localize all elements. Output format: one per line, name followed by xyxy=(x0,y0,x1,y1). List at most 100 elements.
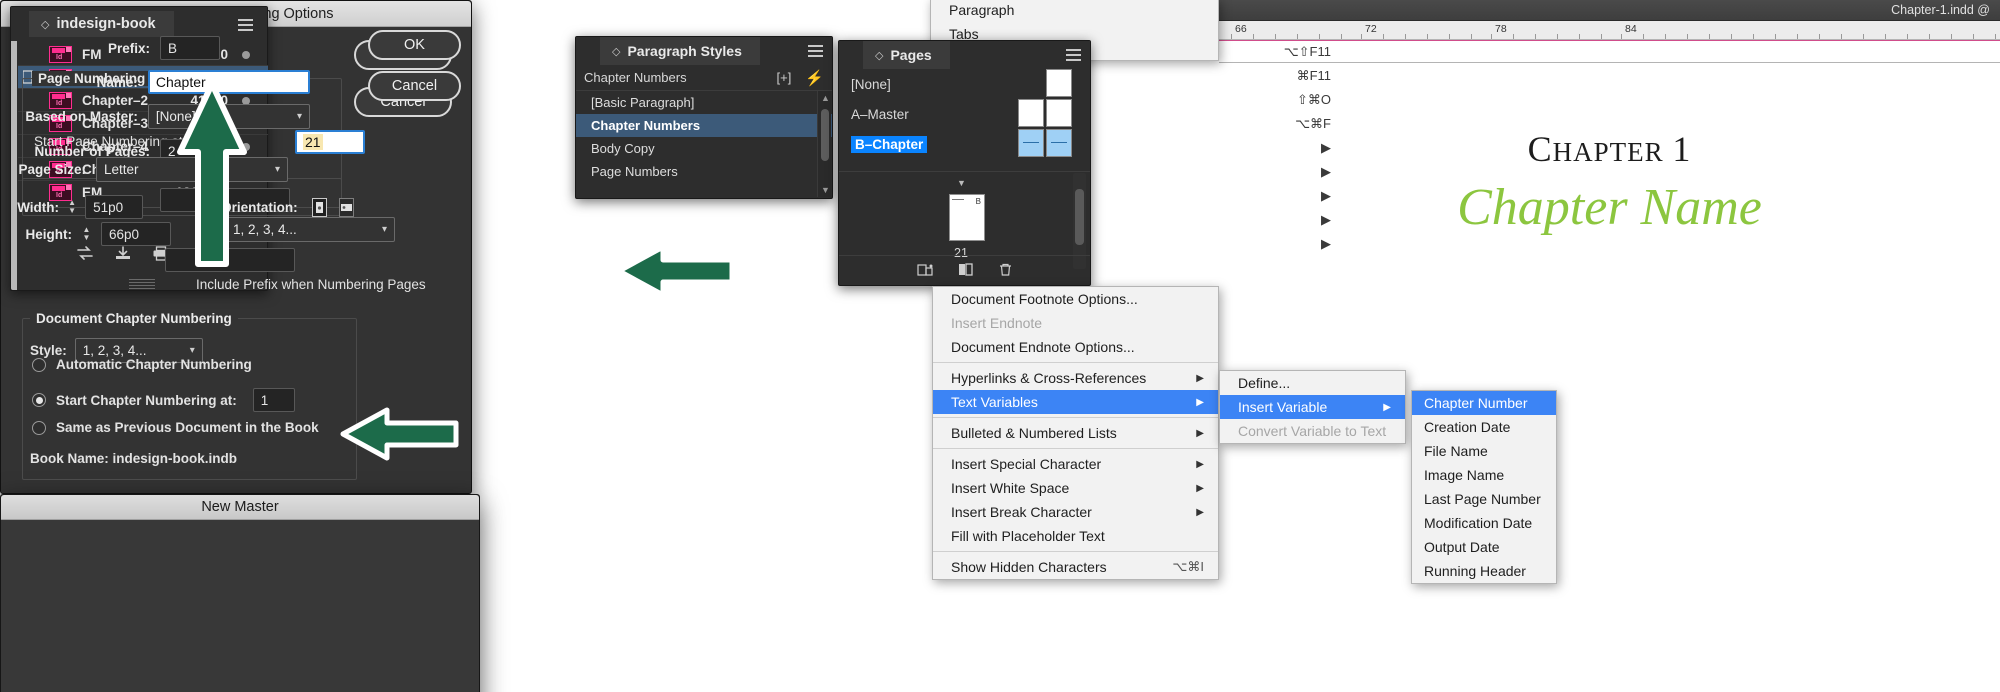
menu-item-modification-date[interactable]: Modification Date xyxy=(1412,511,1556,535)
menu-item-last-page-number[interactable]: Last Page Number xyxy=(1412,487,1556,511)
master-pages-list[interactable]: [None] A–Master B–Chapter xyxy=(839,69,1090,159)
sync-style-source-icon[interactable] xyxy=(76,244,94,262)
name-row: Name: Chapter xyxy=(10,70,310,94)
include-prefix-row[interactable]: Include Prefix when Numbering Pages xyxy=(196,277,426,292)
chevron-down-icon[interactable]: ▼ xyxy=(821,185,830,195)
radio-button[interactable] xyxy=(32,420,46,435)
ok-button[interactable]: OK xyxy=(368,30,461,60)
tab-pages[interactable]: ◇ Pages xyxy=(863,41,950,69)
orientation-landscape-button[interactable] xyxy=(338,197,354,217)
menu-item-label: Running Header xyxy=(1424,563,1526,579)
document-tab-label[interactable]: Chapter-1.indd @ xyxy=(1891,3,1990,17)
panel-resize-grip[interactable] xyxy=(129,279,155,289)
width-stepper[interactable]: ▲ ▼ xyxy=(67,196,77,218)
menu-item-hyperlinks-cross-references[interactable]: Hyperlinks & Cross-References ▶ xyxy=(933,366,1218,390)
menu-item-file-name[interactable]: File Name xyxy=(1412,439,1556,463)
menu-item-label: Document Footnote Options... xyxy=(951,291,1138,307)
prefix-input[interactable]: B xyxy=(160,36,220,60)
dialog-title: New Master xyxy=(201,499,279,515)
menu-item-running-header[interactable]: Running Header xyxy=(1412,559,1556,583)
pages-panel-footer[interactable] xyxy=(839,255,1090,285)
radio-button[interactable] xyxy=(32,393,46,407)
menu-item-insert-special-character[interactable]: Insert Special Character ▶ xyxy=(933,452,1218,476)
save-book-icon[interactable] xyxy=(114,244,132,262)
section-marker-input[interactable] xyxy=(165,248,295,272)
menu-item-show-hidden-characters[interactable]: Show Hidden Characters ⌥⌘I xyxy=(933,555,1218,579)
menu-item-insert-variable[interactable]: Insert Variable ▶ xyxy=(1220,395,1405,419)
master-page-thumbnail xyxy=(1046,69,1072,97)
menu-item-image-name[interactable]: Image Name xyxy=(1412,463,1556,487)
menu-item-document-endnote-options[interactable]: Document Endnote Options... xyxy=(933,335,1218,359)
delete-page-icon[interactable] xyxy=(998,262,1013,280)
master-name-input[interactable]: Chapter xyxy=(147,70,310,94)
tab-indesign-book[interactable]: ◇ indesign-book xyxy=(29,11,174,37)
diamond-icon: ◇ xyxy=(612,45,621,58)
menu-item-document-footnote-options[interactable]: Document Footnote Options... xyxy=(933,287,1218,311)
width-row: Width: ▲ ▼ 51p0 Orientation: xyxy=(14,195,354,219)
radio-button[interactable] xyxy=(32,357,46,372)
menu-item-label: Modification Date xyxy=(1424,515,1533,531)
text-variables-submenu[interactable]: Define... Insert Variable ▶ Convert Vari… xyxy=(1219,370,1406,444)
paragraph-styles-scrollbar[interactable]: ▲ ▼ xyxy=(817,91,831,197)
chevron-right-icon: ▶ xyxy=(1196,482,1204,494)
menu-item-define[interactable]: Define... xyxy=(1220,371,1405,395)
radio-same-as-previous[interactable]: Same as Previous Document in the Book xyxy=(32,420,319,435)
document-tab-bar[interactable]: Chapter-1.indd @ xyxy=(1219,0,2000,21)
radio-automatic-chapter-numbering[interactable]: Automatic Chapter Numbering xyxy=(32,357,252,372)
master-name-value: Chapter xyxy=(155,74,206,90)
paragraph-styles-list[interactable]: [Basic Paragraph] Chapter Numbers Body C… xyxy=(576,91,832,183)
height-input[interactable]: 66p0 xyxy=(101,222,171,246)
menu-item-label: Insert Special Character xyxy=(951,456,1102,472)
radio-same-as-previous-label: Same as Previous Document in the Book xyxy=(56,420,319,435)
menu-item-chapter-number[interactable]: Chapter Number xyxy=(1412,391,1556,415)
tab-paragraph-styles[interactable]: ◇ Paragraph Styles xyxy=(600,37,760,65)
panel-menu-icon[interactable] xyxy=(808,45,823,57)
menu-item-creation-date[interactable]: Creation Date xyxy=(1412,415,1556,439)
list-item[interactable]: B–Chapter xyxy=(839,129,1090,159)
panel-menu-icon[interactable] xyxy=(238,19,253,31)
menu-item-bulleted-numbered-lists[interactable]: Bulleted & Numbered Lists ▶ xyxy=(933,421,1218,445)
menu-item-text-variables[interactable]: Text Variables ▶ xyxy=(933,390,1218,414)
based-on-master-select[interactable]: [None] ▾ xyxy=(147,104,310,129)
type-context-menu[interactable]: Document Footnote Options... Insert Endn… xyxy=(932,286,1219,580)
radio-start-chapter-numbering[interactable]: Start Chapter Numbering at: 1 xyxy=(32,388,295,412)
height-stepper[interactable]: ▲ ▼ xyxy=(80,223,93,245)
cancel-button[interactable]: Cancel xyxy=(368,71,461,101)
page-number-style-select[interactable]: 1, 2, 3, 4... ▾ xyxy=(225,217,395,242)
scrollbar-thumb[interactable] xyxy=(1075,189,1084,245)
menu-item-paragraph[interactable]: Paragraph xyxy=(931,0,1218,22)
list-item[interactable]: Body Copy xyxy=(576,137,832,160)
diamond-icon: ◇ xyxy=(875,49,884,62)
chevron-up-icon[interactable]: ▲ xyxy=(821,93,830,103)
panel-menu-icon[interactable] xyxy=(1066,49,1081,61)
height-row: Height: ▲ ▼ 66p0 xyxy=(14,222,171,246)
list-item[interactable]: Chapter Numbers xyxy=(576,114,832,137)
scrollbar-thumb[interactable] xyxy=(821,109,829,161)
menu-item-insert-white-space[interactable]: Insert White Space ▶ xyxy=(933,476,1218,500)
list-item[interactable]: [Basic Paragraph] xyxy=(576,91,832,114)
page-size-select[interactable]: Letter ▾ xyxy=(96,157,288,182)
clear-overrides-icon[interactable]: ⚡ xyxy=(805,69,824,87)
new-page-icon[interactable] xyxy=(958,262,974,280)
menu-item-output-date[interactable]: Output Date xyxy=(1412,535,1556,559)
list-item[interactable]: [None] xyxy=(839,69,1090,99)
insert-variable-submenu[interactable]: Chapter Number Creation Date File Name I… xyxy=(1411,390,1557,584)
menu-item-insert-break-character[interactable]: Insert Break Character ▶ xyxy=(933,500,1218,524)
style-name: Chapter Numbers xyxy=(591,118,701,133)
ruler-tick: 84 xyxy=(1625,23,1637,35)
paragraph-styles-panel[interactable]: ✕ « ◇ Paragraph Styles Chapter Numbers [… xyxy=(575,36,833,199)
pages-thumbnail-area[interactable]: ▼ B 21 xyxy=(839,171,1090,260)
pages-panel[interactable]: ✕ « ◇ Pages [None] A–Master xyxy=(838,40,1091,286)
start-chapter-numbering-input[interactable]: 1 xyxy=(252,388,295,412)
paragraph-styles-subhead: Chapter Numbers [+] ⚡ xyxy=(576,65,832,91)
list-item[interactable]: A–Master xyxy=(839,99,1090,129)
menu-item-label: Insert Variable xyxy=(1238,399,1328,415)
width-input[interactable]: 51p0 xyxy=(85,195,144,219)
page-selection-indicator: ▼ xyxy=(957,178,966,188)
menu-item-fill-with-placeholder-text[interactable]: Fill with Placeholder Text xyxy=(933,524,1218,548)
orientation-portrait-button[interactable] xyxy=(311,197,327,217)
new-style-group-icon[interactable]: [+] xyxy=(776,70,791,85)
edit-page-size-icon[interactable] xyxy=(916,262,934,280)
list-item[interactable]: Page Numbers xyxy=(576,160,832,183)
page-thumbnail[interactable]: B xyxy=(949,194,985,241)
